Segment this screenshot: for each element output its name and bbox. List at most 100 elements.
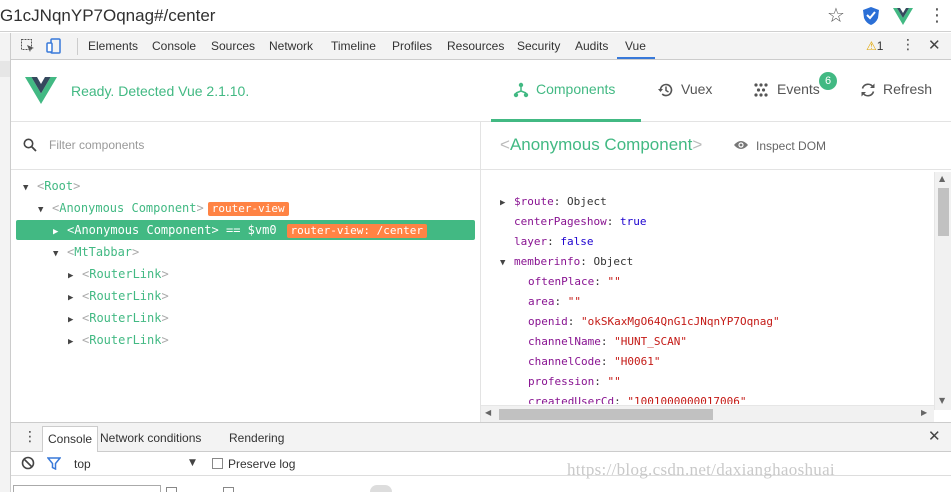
bracket-close: > (161, 289, 169, 303)
nav-events[interactable]: Events (777, 81, 820, 97)
component-tree-pane: ▼<Root> ▼<Anonymous Component>router-vie… (11, 122, 481, 422)
expand-arrow-icon[interactable]: ▶ (68, 266, 82, 286)
state-row[interactable]: ▼ memberinfo: Object (500, 252, 633, 272)
drawer-tab-rendering[interactable]: Rendering (229, 431, 284, 445)
shield-extension-icon[interactable] (860, 5, 882, 27)
component-inspector-pane: <Anonymous Component> Inspect DOM ▶ $rout… (481, 122, 951, 422)
scroll-down-icon[interactable]: ▼ (939, 396, 945, 405)
warning-counter[interactable]: ⚠1 (866, 39, 883, 53)
drawer-tab-network-conditions[interactable]: Network conditions (100, 431, 201, 445)
drawer-tab-console[interactable]: Console (42, 426, 99, 452)
filter-toggle[interactable] (370, 485, 392, 492)
nav-vuex[interactable]: Vuex (681, 81, 712, 97)
bookmark-star-icon[interactable]: ☆ (827, 3, 845, 27)
preserve-log-checkbox[interactable] (212, 458, 223, 469)
vertical-scrollbar[interactable]: ▲ ▼ (934, 172, 951, 410)
tree-node-anonymous[interactable]: ▼ <Anonymous Component> router-view (38, 198, 289, 218)
filter-components-input[interactable] (49, 138, 349, 152)
state-value[interactable]: "okSKaxMgO64QnG1cJNqnYP7Oqnag" (581, 315, 780, 328)
vue-devtools-extension-icon[interactable] (892, 5, 914, 27)
address-bar: G1cJNqnYP7Oqnag#/center ☆ ⋮ (0, 0, 951, 32)
tree-node-root[interactable]: ▼ <Root> (23, 176, 80, 196)
state-value[interactable]: "" (568, 295, 581, 308)
state-key: $route (514, 195, 554, 208)
expand-arrow-icon[interactable]: ▼ (500, 253, 514, 273)
component-state-list: ▶ $route: Object centerPageshow: true lay… (481, 192, 931, 404)
nav-refresh[interactable]: Refresh (883, 81, 932, 97)
horizontal-scrollbar[interactable]: ◀ ▶ (481, 405, 934, 422)
inspect-element-icon[interactable] (20, 38, 36, 54)
state-value[interactable]: "1001000000017006" (627, 395, 746, 404)
drawer-menu-icon[interactable]: ⋮ (23, 429, 37, 445)
warning-icon: ⚠ (866, 39, 877, 53)
tab-security[interactable]: Security (517, 39, 560, 53)
eye-icon (734, 141, 748, 149)
state-row: profession: "" (528, 372, 621, 392)
tab-profiles[interactable]: Profiles (392, 39, 432, 53)
tab-elements[interactable]: Elements (88, 39, 138, 53)
device-toolbar-icon[interactable] (46, 38, 62, 54)
tab-console[interactable]: Console (152, 39, 196, 53)
bracket-close: > (196, 201, 204, 215)
drawer-close-icon[interactable]: ✕ (928, 427, 941, 445)
filter-checkbox[interactable] (223, 487, 234, 492)
tree-node-mttabbar[interactable]: ▼ <MtTabbar> (53, 242, 139, 262)
inspector-title: <Anonymous Component> (500, 135, 702, 155)
inspect-dom-button[interactable]: Inspect DOM (756, 139, 826, 153)
state-value[interactable]: "" (607, 375, 620, 388)
filter-icon[interactable] (47, 457, 61, 470)
filter-bar (11, 122, 481, 170)
expand-arrow-icon[interactable]: ▼ (38, 200, 52, 220)
tab-network[interactable]: Network (269, 39, 313, 53)
state-value: Object (593, 255, 634, 268)
tab-vue[interactable]: Vue (625, 39, 646, 53)
nav-components[interactable]: Components (536, 81, 615, 97)
refresh-icon (861, 83, 875, 97)
filter-checkbox[interactable] (166, 487, 177, 492)
tab-timeline[interactable]: Timeline (331, 39, 376, 53)
tree-node-routerlink[interactable]: ▶ <RouterLink> (68, 308, 169, 328)
console-filter-input[interactable] (13, 485, 161, 492)
bracket-close: > (161, 333, 169, 347)
events-icon (754, 83, 768, 97)
tree-node-routerlink[interactable]: ▶ <RouterLink> (68, 286, 169, 306)
devtools-menu-icon[interactable]: ⋮ (901, 37, 915, 53)
clear-console-icon[interactable] (21, 456, 35, 470)
tree-node-anonymous-selected[interactable]: ▶ <Anonymous Component> == $vm0 router-vie… (16, 220, 475, 240)
state-value[interactable]: "" (607, 275, 620, 288)
tree-node-routerlink[interactable]: ▶ <RouterLink> (68, 264, 169, 284)
scroll-left-icon[interactable]: ◀ (485, 408, 491, 417)
scroll-right-icon[interactable]: ▶ (921, 408, 927, 417)
browser-menu-icon[interactable]: ⋮ (928, 4, 946, 28)
state-colon: : (594, 375, 608, 388)
expand-arrow-icon[interactable]: ▶ (68, 310, 82, 330)
expand-arrow-icon[interactable]: ▼ (53, 244, 67, 264)
state-value[interactable]: false (560, 235, 593, 248)
state-colon: : (554, 295, 568, 308)
tab-resources[interactable]: Resources (447, 39, 504, 53)
bracket-close: > (161, 267, 169, 281)
tab-audits[interactable]: Audits (575, 39, 608, 53)
expand-arrow-icon[interactable]: ▶ (68, 332, 82, 352)
state-row[interactable]: ▶ $route: Object (500, 192, 607, 212)
tree-node-routerlink[interactable]: ▶ <RouterLink> (68, 330, 169, 350)
expand-arrow-icon[interactable]: ▶ (68, 288, 82, 308)
component-name: RouterLink (89, 267, 162, 281)
state-value[interactable]: "HUNT_SCAN" (614, 335, 687, 348)
context-selector[interactable]: top (74, 457, 91, 471)
dropdown-arrow-icon[interactable]: ▼ (189, 458, 196, 468)
devtools-close-icon[interactable]: ✕ (928, 36, 941, 54)
state-value[interactable]: true (620, 215, 647, 228)
scroll-up-icon[interactable]: ▲ (939, 174, 945, 183)
active-tab-indicator (617, 57, 655, 59)
scrollbar-thumb[interactable] (499, 409, 713, 420)
scrollbar-thumb[interactable] (938, 188, 949, 236)
state-colon: : (614, 395, 628, 404)
expand-arrow-icon[interactable]: ▶ (53, 222, 67, 242)
state-value[interactable]: "H0061" (614, 355, 660, 368)
url-text[interactable]: G1cJNqnYP7Oqnag#/center (0, 6, 215, 26)
state-row: channelName: "HUNT_SCAN" (528, 332, 687, 352)
tab-sources[interactable]: Sources (211, 39, 255, 53)
expand-arrow-icon[interactable]: ▶ (500, 193, 514, 213)
expand-arrow-icon[interactable]: ▼ (23, 178, 37, 198)
